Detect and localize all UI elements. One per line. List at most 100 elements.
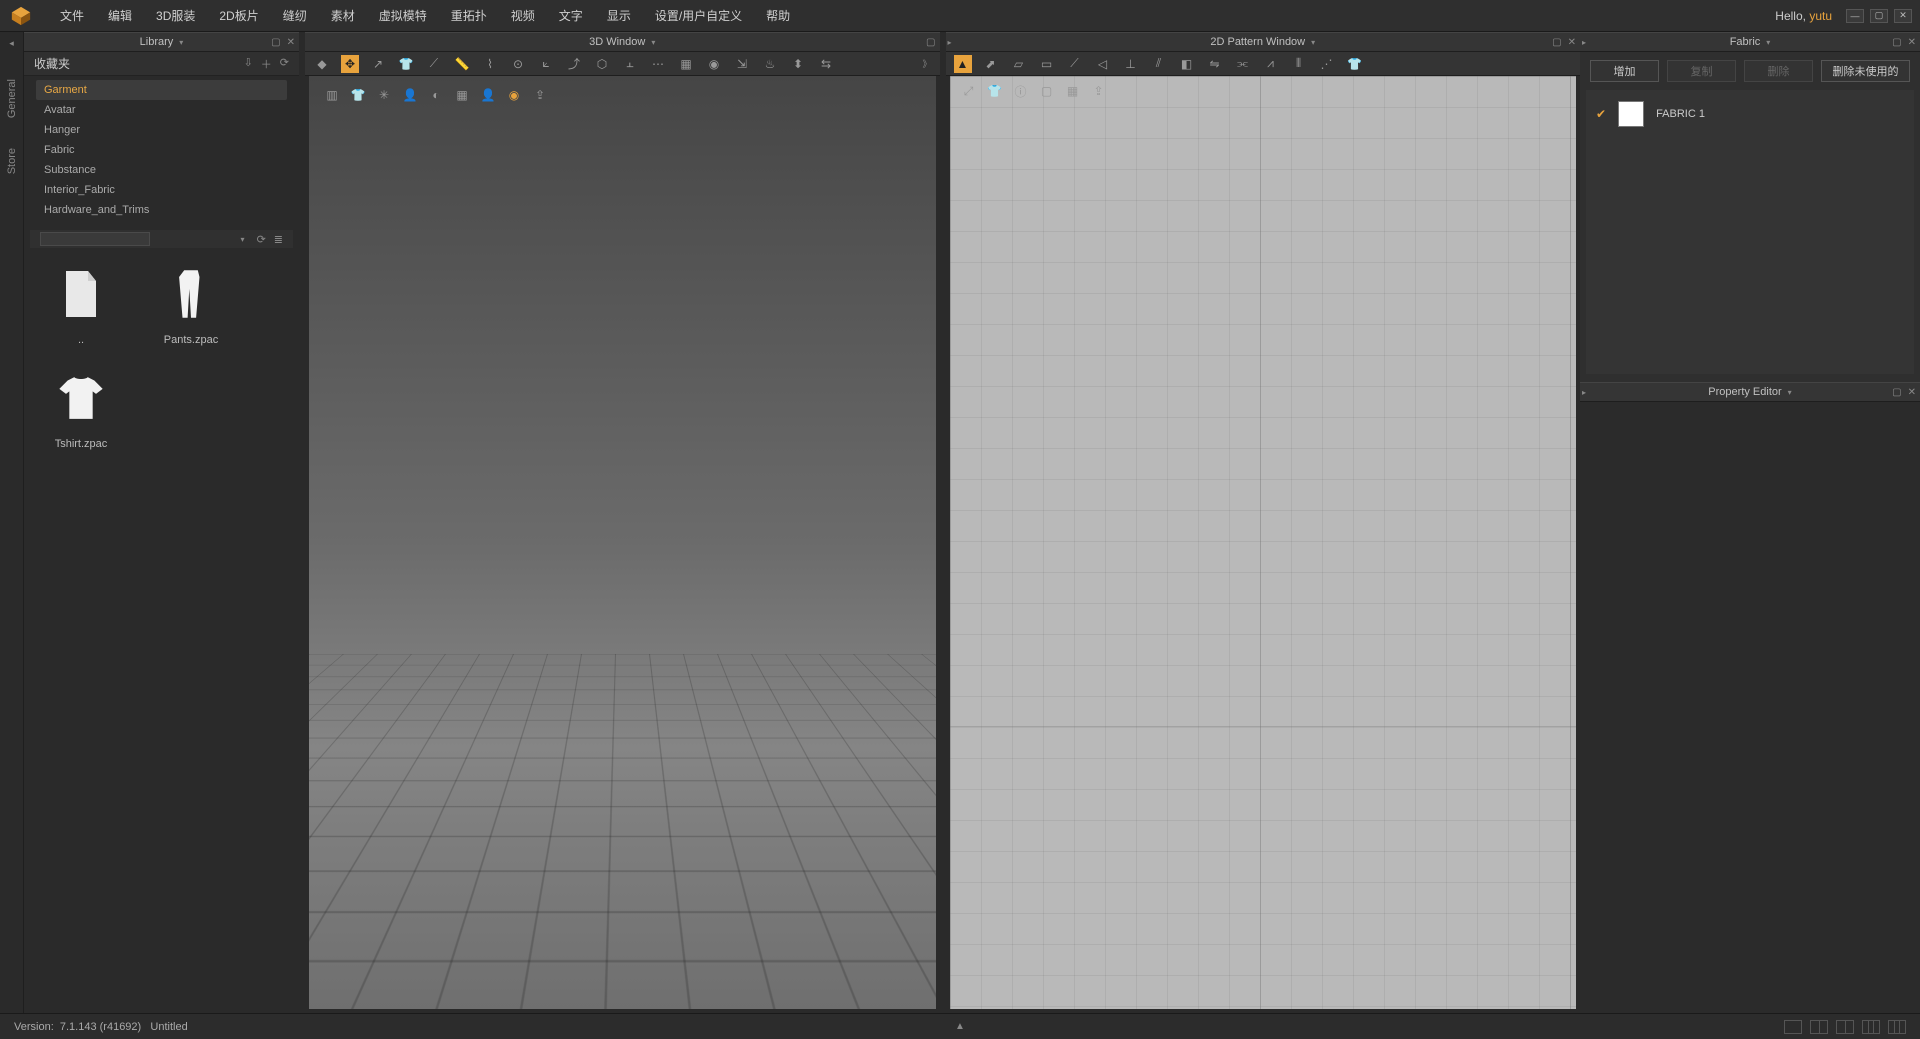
tool-3d-pin[interactable]: ↗ bbox=[369, 55, 387, 73]
fabric-detach-icon[interactable]: ▢ bbox=[1892, 37, 1901, 48]
3d-detach-icon[interactable]: ▢ bbox=[926, 37, 935, 48]
tool-2d-topstitch[interactable]: ⋰ bbox=[1318, 55, 1336, 73]
fabric-collapse-icon[interactable]: ▸ bbox=[1582, 38, 1586, 47]
favorites-download-icon[interactable]: ⇩ bbox=[244, 56, 253, 72]
tool-2d-pleat[interactable]: ⫴ bbox=[1290, 55, 1308, 73]
tool-3d-pressure[interactable]: ⬍ bbox=[789, 55, 807, 73]
category-avatar[interactable]: Avatar bbox=[36, 100, 287, 120]
tool-2d-dart[interactable]: ◁ bbox=[1094, 55, 1112, 73]
category-hardware-trims[interactable]: Hardware_and_Trims bbox=[36, 200, 287, 220]
tool-3d-seam[interactable]: ⌇ bbox=[481, 55, 499, 73]
property-collapse-icon[interactable]: ▸ bbox=[1582, 388, 1586, 397]
disp-mesh[interactable]: ▦ bbox=[453, 86, 471, 104]
library-detach-icon[interactable]: ▢ bbox=[271, 37, 280, 48]
menu-file[interactable]: 文件 bbox=[48, 0, 96, 32]
tool-3d-trace[interactable]: ⤴ bbox=[565, 55, 583, 73]
tool-3d-line[interactable]: ⟋ bbox=[425, 55, 443, 73]
disp2d-pattern[interactable]: 👕 bbox=[986, 82, 1004, 100]
library-close-icon[interactable]: ✕ bbox=[287, 37, 295, 48]
username[interactable]: yutu bbox=[1809, 9, 1832, 23]
fabric-swatch[interactable] bbox=[1618, 101, 1644, 127]
tool-3d-grade[interactable]: ⇲ bbox=[733, 55, 751, 73]
status-expand-icon[interactable]: ▲ bbox=[955, 1021, 965, 1032]
fabric-copy-button[interactable]: 复制 bbox=[1667, 60, 1736, 82]
thumb-pants[interactable]: Pants.zpac bbox=[146, 262, 236, 346]
side-tabs-expand-icon[interactable]: ◂ bbox=[9, 38, 14, 49]
category-substance[interactable]: Substance bbox=[36, 160, 287, 180]
menu-materials[interactable]: 素材 bbox=[319, 0, 367, 32]
menu-3d-garment[interactable]: 3D服装 bbox=[144, 0, 207, 32]
fabric-delete-unused-button[interactable]: 删除未使用的 bbox=[1821, 60, 1910, 82]
tool-3d-tack[interactable]: ⊙ bbox=[509, 55, 527, 73]
disp-avatar[interactable]: 👤 bbox=[401, 86, 419, 104]
property-detach-icon[interactable]: ▢ bbox=[1892, 387, 1901, 398]
tool-3d-button[interactable]: ⬡ bbox=[593, 55, 611, 73]
list-view-icon[interactable]: ≣ bbox=[274, 233, 283, 246]
toolbar-overflow-icon[interactable]: 》 bbox=[922, 57, 931, 70]
favorites-refresh-icon[interactable]: ⟳ bbox=[280, 56, 289, 72]
2d-viewport[interactable]: ⤢ 👕 ⓘ ▢ ▦ ⇪ bbox=[950, 76, 1577, 1009]
window-maximize[interactable]: ▢ bbox=[1870, 9, 1888, 23]
tool-2d-sewing[interactable]: ⫘ bbox=[1234, 55, 1252, 73]
disp2d-ruler[interactable]: ▦ bbox=[1064, 82, 1082, 100]
menu-2d-pattern[interactable]: 2D板片 bbox=[207, 0, 270, 32]
menu-display[interactable]: 显示 bbox=[595, 0, 643, 32]
menu-help[interactable]: 帮助 bbox=[754, 0, 802, 32]
disp2d-grid[interactable]: ▢ bbox=[1038, 82, 1056, 100]
tool-2d-trace[interactable]: ◧ bbox=[1178, 55, 1196, 73]
menu-sewing[interactable]: 缝纫 bbox=[271, 0, 319, 32]
side-tab-general[interactable]: General bbox=[6, 79, 18, 118]
tool-3d-move[interactable]: ✥ bbox=[341, 55, 359, 73]
tool-3d-zipper[interactable]: ⫠ bbox=[621, 55, 639, 73]
disp-export[interactable]: ⇪ bbox=[531, 86, 549, 104]
tool-2d-transform[interactable]: ⬈ bbox=[982, 55, 1000, 73]
tool-2d-notch[interactable]: ⊥ bbox=[1122, 55, 1140, 73]
menu-settings[interactable]: 设置/用户自定义 bbox=[643, 0, 754, 32]
menu-video[interactable]: 视频 bbox=[499, 0, 547, 32]
fabric-add-button[interactable]: 增加 bbox=[1590, 60, 1659, 82]
fabric-item[interactable]: ✔ FABRIC 1 bbox=[1596, 100, 1904, 128]
tool-2d-seam-allow[interactable]: ⫽ bbox=[1150, 55, 1168, 73]
fabric-close-icon[interactable]: ✕ bbox=[1908, 37, 1916, 48]
menu-retopo[interactable]: 重拓扑 bbox=[439, 0, 499, 32]
layout-4[interactable] bbox=[1862, 1020, 1880, 1034]
2d-dropdown-icon[interactable]: ▾ bbox=[1311, 38, 1315, 47]
window-minimize[interactable]: — bbox=[1846, 9, 1864, 23]
tool-3d-steam[interactable]: ♨ bbox=[761, 55, 779, 73]
window-close[interactable]: ✕ bbox=[1894, 9, 1912, 23]
menu-avatar[interactable]: 虚拟模特 bbox=[367, 0, 439, 32]
disp2d-reset[interactable]: ⤢ bbox=[960, 82, 978, 100]
thumb-tshirt[interactable]: Tshirt.zpac bbox=[36, 366, 126, 450]
2d-detach-icon[interactable]: ▢ bbox=[1552, 37, 1561, 48]
tool-3d-graphic[interactable]: ◉ bbox=[705, 55, 723, 73]
disp-garment[interactable]: 👕 bbox=[349, 86, 367, 104]
layout-5[interactable] bbox=[1888, 1020, 1906, 1034]
3d-dropdown-icon[interactable]: ▾ bbox=[651, 38, 655, 47]
library-dropdown-icon[interactable]: ▾ bbox=[179, 38, 183, 47]
tool-3d-measure[interactable]: 📏 bbox=[453, 55, 471, 73]
tool-3d-arrange[interactable]: 👕 bbox=[397, 55, 415, 73]
tool-3d-stitch[interactable]: ⋯ bbox=[649, 55, 667, 73]
tool-2d-rectangle[interactable]: ▭ bbox=[1038, 55, 1056, 73]
tool-2d-symmetry[interactable]: ⇋ bbox=[1206, 55, 1224, 73]
fabric-dropdown-icon[interactable]: ▾ bbox=[1766, 38, 1770, 47]
path-field[interactable] bbox=[40, 232, 150, 246]
disp2d-info[interactable]: ⓘ bbox=[1012, 82, 1030, 100]
tool-3d-select[interactable]: ◆ bbox=[313, 55, 331, 73]
property-dropdown-icon[interactable]: ▾ bbox=[1788, 388, 1792, 397]
layout-3[interactable] bbox=[1836, 1020, 1854, 1034]
thumb-up-folder[interactable]: .. bbox=[36, 262, 126, 346]
property-close-icon[interactable]: ✕ bbox=[1908, 387, 1916, 398]
category-interior-fabric[interactable]: Interior_Fabric bbox=[36, 180, 287, 200]
tool-2d-fold[interactable]: ⩘ bbox=[1262, 55, 1280, 73]
menu-edit[interactable]: 编辑 bbox=[96, 0, 144, 32]
disp-bone[interactable]: 👤 bbox=[479, 86, 497, 104]
disp2d-export[interactable]: ⇪ bbox=[1090, 82, 1108, 100]
path-dropdown-icon[interactable]: ▾ bbox=[241, 235, 245, 244]
tool-2d-internal-line[interactable]: ⟋ bbox=[1066, 55, 1084, 73]
disp-stress[interactable]: ◉ bbox=[505, 86, 523, 104]
category-garment[interactable]: Garment bbox=[36, 80, 287, 100]
menu-text[interactable]: 文字 bbox=[547, 0, 595, 32]
side-tab-store[interactable]: Store bbox=[6, 148, 18, 174]
disp-surface[interactable]: ◐ bbox=[427, 86, 445, 104]
